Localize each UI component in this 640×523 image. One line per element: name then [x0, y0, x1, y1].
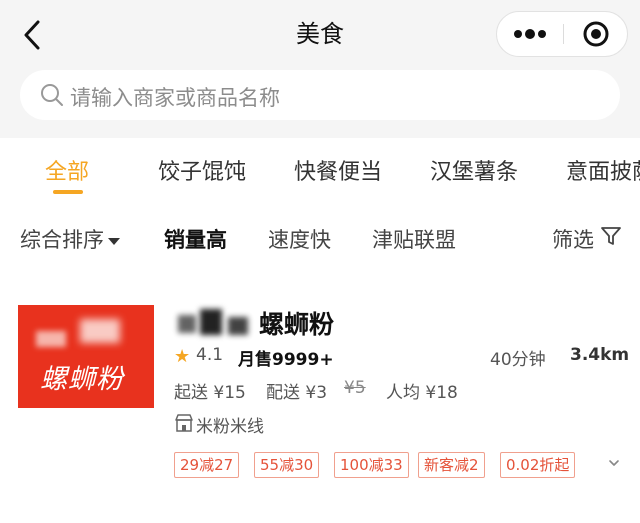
- sort-speed[interactable]: 速度快: [268, 224, 331, 254]
- sort-sales[interactable]: 销量高: [164, 224, 227, 254]
- filter-button[interactable]: 筛选: [552, 224, 594, 254]
- expand-tags-icon[interactable]: [606, 456, 622, 470]
- target-close-icon: [583, 21, 609, 47]
- tab-all[interactable]: 全部: [45, 154, 89, 186]
- shop-card[interactable]: 螺蛳粉 螺蛳粉 ★ 4.1 月售9999+ 40分钟 3.4km 起送 ¥15 …: [0, 296, 640, 486]
- per-capita-price: 人均 ¥18: [386, 383, 458, 403]
- promo-tag: 55减30: [254, 452, 320, 478]
- monthly-sales: 月售9999+: [238, 350, 334, 370]
- distance: 3.4km: [570, 345, 630, 365]
- delivery-time: 40分钟: [490, 350, 546, 370]
- shop-rating: 4.1: [196, 345, 224, 365]
- promo-tag: 100减33: [334, 452, 409, 478]
- star-icon: ★: [174, 346, 191, 367]
- sort-bar: 综合排序 销量高 速度快 津贴联盟 筛选: [0, 212, 640, 262]
- shop-category-label: 米粉米线: [196, 417, 264, 437]
- more-button[interactable]: [497, 12, 563, 56]
- category-tabs: 全部 饺子馄饨 快餐便当 汉堡薯条 意面披萨: [0, 138, 640, 200]
- active-tab-indicator: [53, 190, 83, 194]
- shop-logo-text: 螺蛳粉: [40, 364, 124, 395]
- filter-funnel-icon[interactable]: [600, 225, 622, 247]
- promo-tag: 0.02折起: [500, 452, 576, 478]
- name-blur-mark: [174, 309, 254, 335]
- tab-burgers[interactable]: 汉堡薯条: [430, 154, 518, 186]
- delivery-fee: 配送 ¥3: [266, 383, 328, 403]
- sort-comprehensive[interactable]: 综合排序: [20, 224, 120, 254]
- tab-pasta-pizza[interactable]: 意面披萨: [566, 154, 640, 186]
- tab-dumplings[interactable]: 饺子馄饨: [158, 154, 246, 186]
- close-button[interactable]: [564, 12, 628, 56]
- shop-name-text: 螺蛳粉: [259, 310, 335, 339]
- storefront-icon: [175, 414, 193, 432]
- shop-logo: 螺蛳粉: [18, 305, 154, 408]
- search-placeholder: 请输入商家或商品名称: [70, 86, 280, 110]
- original-delivery-fee: ¥5: [344, 378, 366, 398]
- more-dots-icon: [514, 29, 546, 39]
- search-input[interactable]: 请输入商家或商品名称: [20, 70, 620, 120]
- tab-fast-food[interactable]: 快餐便当: [294, 154, 382, 186]
- promo-tag: 29减27: [174, 452, 240, 478]
- mini-program-capsule: [496, 11, 628, 57]
- sort-comprehensive-label: 综合排序: [20, 228, 104, 252]
- shop-stats: ★ 4.1 月售9999+ 40分钟 3.4km: [174, 345, 634, 370]
- logo-blur-mark: [36, 331, 66, 347]
- caret-down-icon: [108, 237, 120, 245]
- promo-tag: 新客减2: [418, 452, 485, 478]
- min-order: 起送 ¥15: [174, 383, 246, 403]
- logo-blur-mark: [80, 319, 120, 343]
- sort-subsidy[interactable]: 津贴联盟: [372, 224, 456, 254]
- search-icon: [41, 84, 63, 106]
